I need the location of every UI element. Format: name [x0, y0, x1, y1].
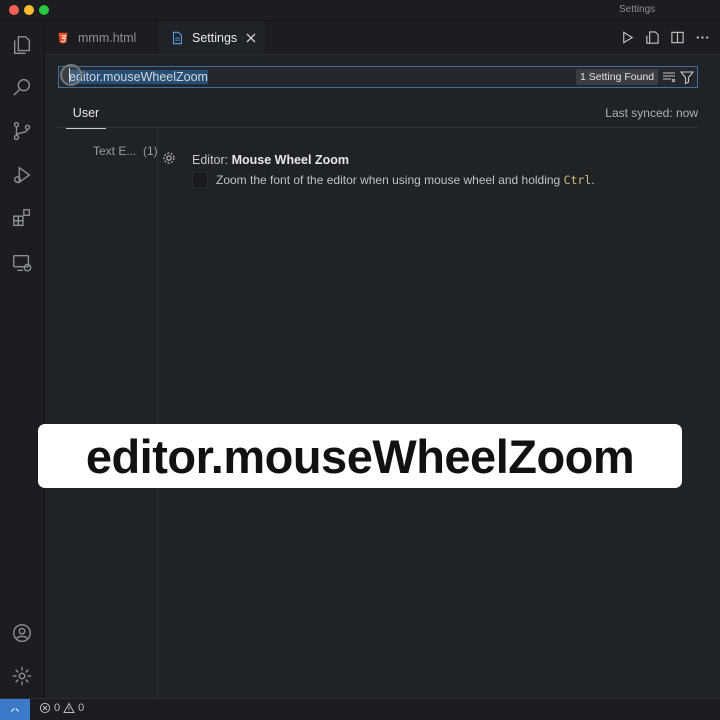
setting-name: Mouse Wheel Zoom [231, 153, 349, 167]
tab-mmm-html[interactable]: mmm.html [45, 21, 160, 54]
last-synced-status: Last synced: now [605, 106, 698, 120]
window-title: Settings [619, 4, 656, 15]
problems-status[interactable]: 0 0 [39, 702, 84, 714]
minimize-window-button[interactable] [24, 5, 34, 15]
more-actions-icon[interactable] [695, 30, 710, 45]
manage-gear-icon[interactable] [10, 664, 34, 688]
results-count-badge: 1 Setting Found [576, 69, 659, 85]
close-window-button[interactable] [9, 5, 19, 15]
explorer-icon[interactable] [10, 33, 34, 57]
toc-item-count: (1) [143, 144, 158, 158]
tab-settings[interactable]: Settings [159, 21, 266, 54]
mouse-cursor-indicator [60, 64, 82, 86]
account-icon[interactable] [10, 621, 34, 645]
mouse-wheel-zoom-checkbox[interactable] [192, 172, 208, 188]
setting-gear-icon[interactable] [161, 150, 177, 166]
filter-icon[interactable] [679, 69, 695, 85]
status-bar: 0 0 [0, 698, 720, 720]
error-icon [39, 702, 51, 714]
toc-item-text-editor[interactable]: Text E... [93, 144, 136, 158]
split-editor-icon[interactable] [670, 30, 685, 45]
remote-explorer-icon[interactable] [10, 251, 34, 275]
setting-description-text: Zoom the font of the editor when using m… [216, 173, 564, 187]
text-cursor-icon [69, 68, 70, 82]
activity-bar [0, 21, 45, 698]
zoom-window-button[interactable] [39, 5, 49, 15]
source-control-icon[interactable] [10, 119, 34, 143]
tab-user-scope[interactable]: User [66, 103, 106, 129]
open-settings-json-icon[interactable] [645, 30, 660, 45]
setting-description-end: . [591, 173, 595, 187]
remote-indicator-button[interactable] [0, 699, 30, 720]
setting-title: Editor: Mouse Wheel Zoom [192, 153, 349, 167]
tab-label: Settings [192, 30, 238, 45]
tab-bar: mmm.html Settings [45, 21, 720, 55]
toc-divider [157, 128, 158, 698]
file-icon [172, 31, 182, 44]
caption-overlay: editor.mouseWheelZoom [38, 424, 682, 488]
search-value: editor.mouseWheelZoom [69, 70, 208, 84]
run-icon[interactable] [620, 30, 635, 45]
setting-key-code: Ctrl [563, 173, 592, 187]
tab-label: mmm.html [78, 30, 137, 45]
warning-count: 0 [78, 702, 85, 714]
setting-category: Editor: [192, 153, 232, 167]
remote-icon [10, 707, 20, 712]
search-icon[interactable] [10, 75, 34, 99]
extensions-icon[interactable] [10, 206, 34, 230]
setting-description: Zoom the font of the editor when using m… [216, 173, 595, 187]
title-bar: Settings [0, 0, 720, 21]
clear-filter-icon[interactable] [661, 69, 677, 85]
close-icon[interactable] [244, 31, 258, 45]
run-debug-icon[interactable] [10, 163, 34, 187]
scope-divider [58, 127, 698, 128]
warning-icon [63, 702, 75, 713]
html5-icon [58, 32, 68, 44]
error-count: 0 [54, 702, 61, 714]
